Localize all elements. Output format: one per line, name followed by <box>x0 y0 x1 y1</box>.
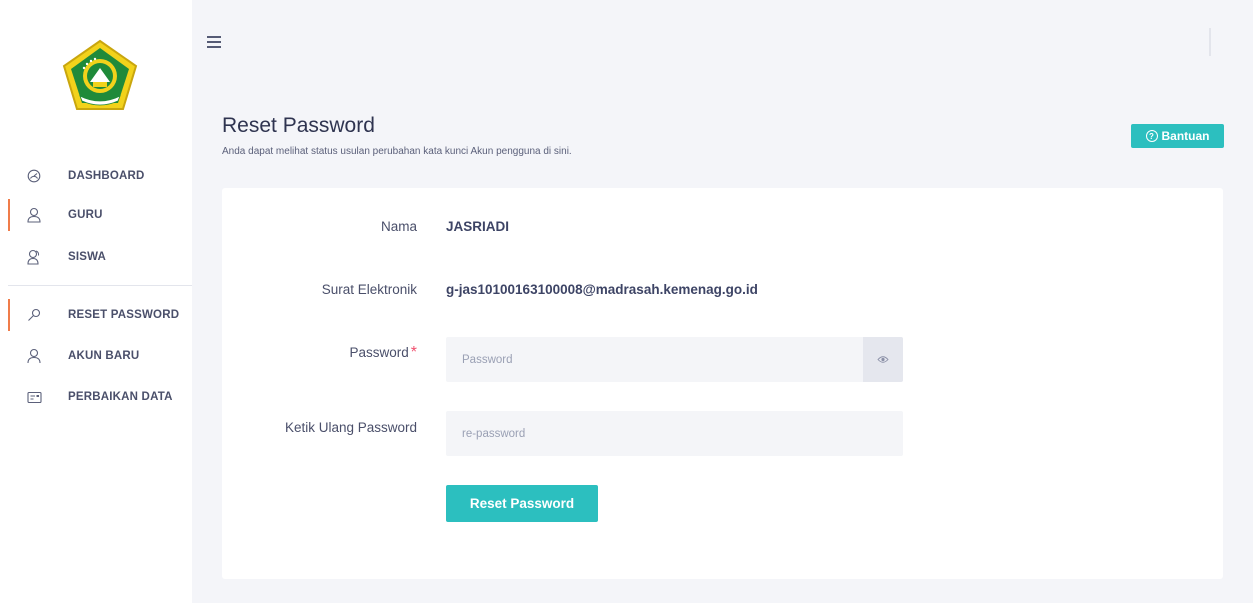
name-label: Nama <box>380 219 417 234</box>
repassword-input[interactable] <box>446 411 903 456</box>
user-add-icon <box>26 348 42 364</box>
email-label: Surat Elektronik <box>321 282 417 297</box>
user-icon <box>26 207 42 223</box>
page-title: Reset Password <box>222 114 375 137</box>
reset-password-card: Nama JASRIADI Surat Elektronik g-jas1010… <box>222 188 1223 579</box>
repassword-field-group <box>446 411 903 456</box>
active-indicator <box>8 199 10 231</box>
email-value: g-jas10100163100008@madrasah.kemenag.go.… <box>446 282 758 297</box>
password-label-text: Password <box>349 345 409 360</box>
users-icon <box>26 249 42 265</box>
main-content: Reset Password Anda dapat melihat status… <box>192 0 1253 603</box>
help-button[interactable]: ? Bantuan <box>1131 124 1224 148</box>
topbar <box>192 8 1253 72</box>
dashboard-gauge-icon <box>26 168 42 184</box>
card-edit-icon <box>26 389 42 405</box>
page-subtitle: Anda dapat melihat status usulan perubah… <box>222 146 572 157</box>
sidebar-item-label: GURU <box>68 209 103 221</box>
nav-divider <box>8 285 192 286</box>
kemenag-emblem-icon[interactable] <box>60 38 140 114</box>
sidebar-item-dashboard[interactable]: DASHBOARD <box>0 156 192 196</box>
name-value: JASRIADI <box>446 219 510 234</box>
sidebar-item-akun-baru[interactable]: AKUN BARU <box>0 336 192 376</box>
sidebar-item-siswa[interactable]: SISWA <box>0 237 192 277</box>
topbar-divider <box>1209 28 1211 56</box>
sidebar-item-label: PERBAIKAN DATA <box>68 391 173 403</box>
active-indicator <box>8 299 10 331</box>
help-button-label: Bantuan <box>1161 129 1210 143</box>
password-label: Password * <box>349 344 417 362</box>
key-icon <box>26 307 42 323</box>
required-mark: * <box>410 344 417 361</box>
sidebar-item-reset-password[interactable]: RESET PASSWORD <box>0 295 192 335</box>
sidebar: DASHBOARD GURU SISWA RESET PASSWORD AKUN… <box>0 0 192 603</box>
question-circle-icon: ? <box>1145 130 1158 142</box>
sidebar-item-label: AKUN BARU <box>68 350 140 362</box>
password-field-group <box>446 337 903 382</box>
sidebar-item-label: RESET PASSWORD <box>68 309 180 321</box>
sidebar-item-perbaikan-data[interactable]: PERBAIKAN DATA <box>0 377 192 417</box>
sidebar-item-label: DASHBOARD <box>68 170 145 182</box>
sidebar-item-guru[interactable]: GURU <box>0 195 192 235</box>
hamburger-icon[interactable] <box>207 36 221 48</box>
repassword-label: Ketik Ulang Password <box>284 420 417 435</box>
eye-icon[interactable] <box>863 337 903 382</box>
sidebar-item-label: SISWA <box>68 251 107 263</box>
reset-password-button[interactable]: Reset Password <box>446 485 598 522</box>
password-input[interactable] <box>446 337 863 382</box>
